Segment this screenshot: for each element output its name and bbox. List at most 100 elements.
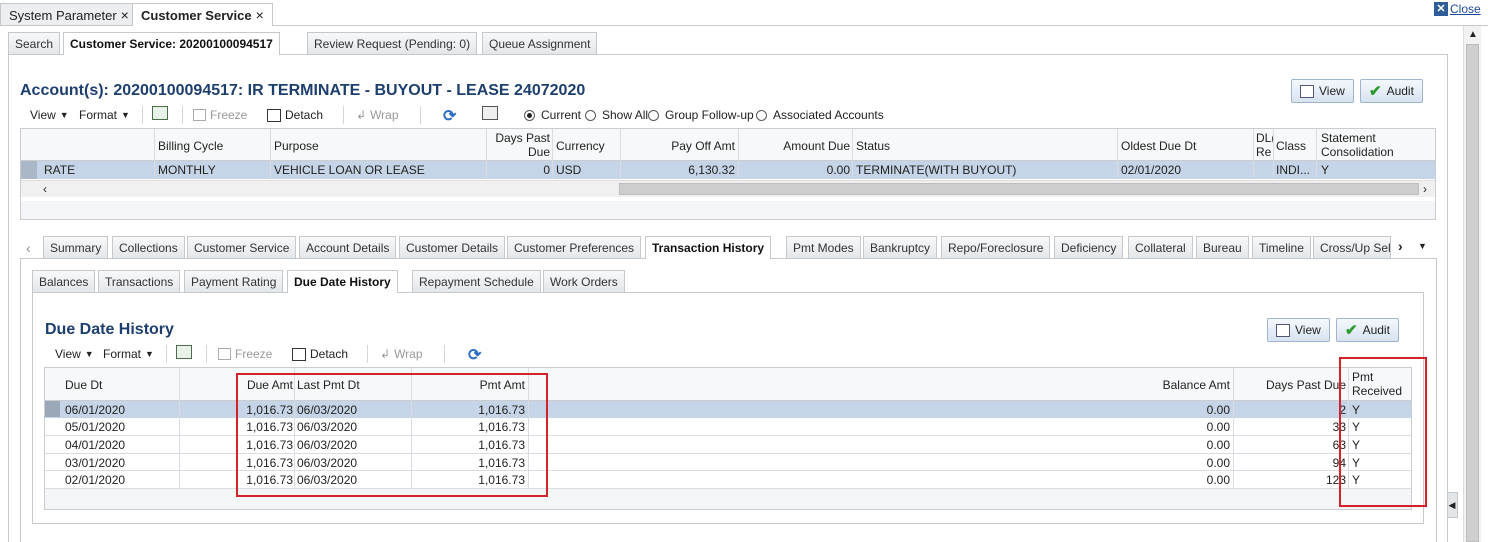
radio-group-follow-up[interactable]: Group Follow-up	[648, 108, 754, 122]
cell-rate: RATE	[44, 163, 76, 177]
ddh-export-button[interactable]	[176, 345, 192, 359]
tab-label: Repayment Schedule	[419, 275, 534, 289]
radio-label: Current	[541, 108, 582, 122]
account-view-button[interactable]: View	[1291, 79, 1354, 103]
chevron-down-icon: ▼	[145, 349, 154, 359]
tab-work-orders[interactable]: Work Orders	[543, 270, 625, 292]
ddh-audit-button[interactable]: ✔ Audit	[1336, 318, 1399, 342]
tab-collateral[interactable]: Collateral	[1128, 236, 1193, 258]
wrap-button[interactable]: ↲ Wrap	[356, 108, 399, 122]
radio-label: Associated Accounts	[773, 108, 884, 122]
tab-deficiency[interactable]: Deficiency	[1054, 236, 1124, 258]
radio-associated-accounts[interactable]: Associated Accounts	[756, 108, 884, 122]
close-tab-icon[interactable]: ×	[256, 7, 264, 23]
tab-timeline[interactable]: Timeline	[1252, 236, 1311, 258]
view-icon	[1300, 84, 1314, 98]
tab-customer-service-detail[interactable]: Customer Service	[187, 236, 297, 258]
col-purpose[interactable]: Purpose	[274, 139, 319, 153]
tab-customer-details[interactable]: Customer Details	[399, 236, 506, 258]
tab-payment-rating[interactable]: Payment Rating	[184, 270, 284, 292]
account-audit-button[interactable]: ✔ Audit	[1360, 79, 1423, 103]
refresh-icon: ⟳	[443, 108, 457, 125]
format-menu[interactable]: Format ▼	[79, 108, 130, 122]
ddh-refresh-button[interactable]: ⟳	[468, 345, 481, 365]
ddh-view-menu[interactable]: View ▼	[55, 347, 94, 361]
detail-tab-scroll-right-icon[interactable]: ›	[1398, 238, 1403, 254]
cell-purpose: VEHICLE LOAN OR LEASE	[274, 163, 425, 177]
tab-queue-assignment[interactable]: Queue Assignment	[482, 32, 598, 54]
tab-collections[interactable]: Collections	[112, 236, 185, 258]
page-scrollbar[interactable]: ▲	[1463, 26, 1481, 542]
tab-summary[interactable]: Summary	[43, 236, 109, 258]
divider	[420, 106, 421, 124]
tab-cross-up-sell[interactable]: Cross/Up Sell	[1313, 236, 1391, 258]
tab-customer-preferences[interactable]: Customer Preferences	[507, 236, 642, 258]
col-amount-due[interactable]: Amount Due	[739, 139, 850, 153]
tab-bureau[interactable]: Bureau	[1196, 236, 1249, 258]
tab-pmt-modes[interactable]: Pmt Modes	[786, 236, 861, 258]
col-due-dt[interactable]: Due Dt	[65, 378, 102, 392]
tab-label: Cross/Up Sell	[1320, 241, 1391, 255]
detail-tab-menu-icon[interactable]: ▼	[1418, 241, 1427, 251]
button-label: Audit	[1362, 323, 1390, 337]
tab-transaction-history[interactable]: Transaction History	[645, 236, 772, 259]
tab-transactions[interactable]: Transactions	[98, 270, 181, 292]
col-pay-off-amt[interactable]: Pay Off Amt	[622, 139, 735, 153]
tab-search[interactable]: Search	[8, 32, 61, 54]
close-tab-icon[interactable]: ×	[121, 7, 129, 23]
tab-account-details[interactable]: Account Details	[299, 236, 397, 258]
divider	[182, 106, 183, 124]
freeze-button[interactable]: Freeze	[193, 108, 247, 122]
col-currency[interactable]: Currency	[556, 139, 605, 153]
scrollbar-thumb[interactable]	[619, 183, 1419, 195]
col-oldest-due-dt[interactable]: Oldest Due Dt	[1121, 139, 1196, 153]
account-title: Account(s): 20200100094517: IR TERMINATE…	[20, 82, 586, 99]
ddh-format-menu[interactable]: Format ▼	[103, 347, 154, 361]
col-dl[interactable]: DL(Re	[1256, 131, 1273, 159]
tab-balances[interactable]: Balances	[32, 270, 96, 292]
col-days-past-due[interactable]: Days Past Due	[1236, 378, 1346, 392]
header-line: Due	[527, 145, 550, 159]
print-button[interactable]	[482, 106, 498, 120]
detail-tab-scroll-left-icon[interactable]: ‹	[26, 240, 31, 256]
due-date-history-title: Due Date History	[45, 321, 174, 338]
tab-customer-service-account[interactable]: Customer Service: 20200100094517	[63, 32, 280, 55]
tab-bankruptcy[interactable]: Bankruptcy	[863, 236, 938, 258]
col-status[interactable]: Status	[856, 139, 890, 153]
ddh-freeze-button[interactable]: Freeze	[218, 347, 272, 361]
account-table-hscrollbar[interactable]: ‹ ›	[21, 180, 1435, 197]
refresh-button[interactable]: ⟳	[443, 106, 456, 126]
tab-repayment-schedule[interactable]: Repayment Schedule	[412, 270, 541, 292]
tab-customer-service[interactable]: Customer Service ×	[132, 3, 273, 26]
tab-repo-foreclosure[interactable]: Repo/Foreclosure	[941, 236, 1051, 258]
ddh-wrap-button[interactable]: ↲ Wrap	[380, 347, 423, 361]
col-billing-cycle[interactable]: Billing Cycle	[158, 139, 223, 153]
tab-system-parameter[interactable]: System Parameter ×	[0, 3, 138, 25]
col-class[interactable]: Class	[1276, 139, 1306, 153]
scroll-right-icon[interactable]: ›	[1423, 182, 1427, 196]
divider	[343, 106, 344, 124]
export-button[interactable]	[152, 106, 168, 120]
tab-due-date-history[interactable]: Due Date History	[287, 270, 398, 293]
radio-current[interactable]: Current	[524, 108, 581, 122]
cell-amount-due: 0.00	[826, 163, 850, 177]
col-statement-consolidation[interactable]: Statement Consolidation	[1321, 131, 1394, 159]
highlight-box-pmt-received	[1339, 357, 1427, 507]
radio-show-all[interactable]: Show All	[585, 108, 648, 122]
ddh-detach-button[interactable]: Detach	[292, 347, 348, 361]
cell-due-dt: 04/01/2020	[65, 438, 126, 452]
detach-button[interactable]: Detach	[267, 108, 323, 122]
cell-oldest-due-dt: 02/01/2020	[1121, 163, 1182, 177]
cell-currency: USD	[556, 163, 582, 177]
button-label: View	[1319, 84, 1345, 98]
close-button[interactable]: ✕ Close	[1434, 2, 1481, 16]
col-balance-amt[interactable]: Balance Amt	[1100, 378, 1230, 392]
ddh-view-button[interactable]: View	[1267, 318, 1330, 342]
scroll-left-icon[interactable]: ‹	[43, 182, 47, 196]
tab-review-request[interactable]: Review Request (Pending: 0)	[307, 32, 478, 54]
scroll-up-icon[interactable]: ▲	[1468, 29, 1478, 40]
menu-label: Format	[103, 347, 142, 361]
col-days-past-due[interactable]: Days Past Due	[487, 131, 550, 159]
scrollbar-thumb[interactable]	[1466, 44, 1479, 542]
view-menu[interactable]: View ▼	[30, 108, 69, 122]
